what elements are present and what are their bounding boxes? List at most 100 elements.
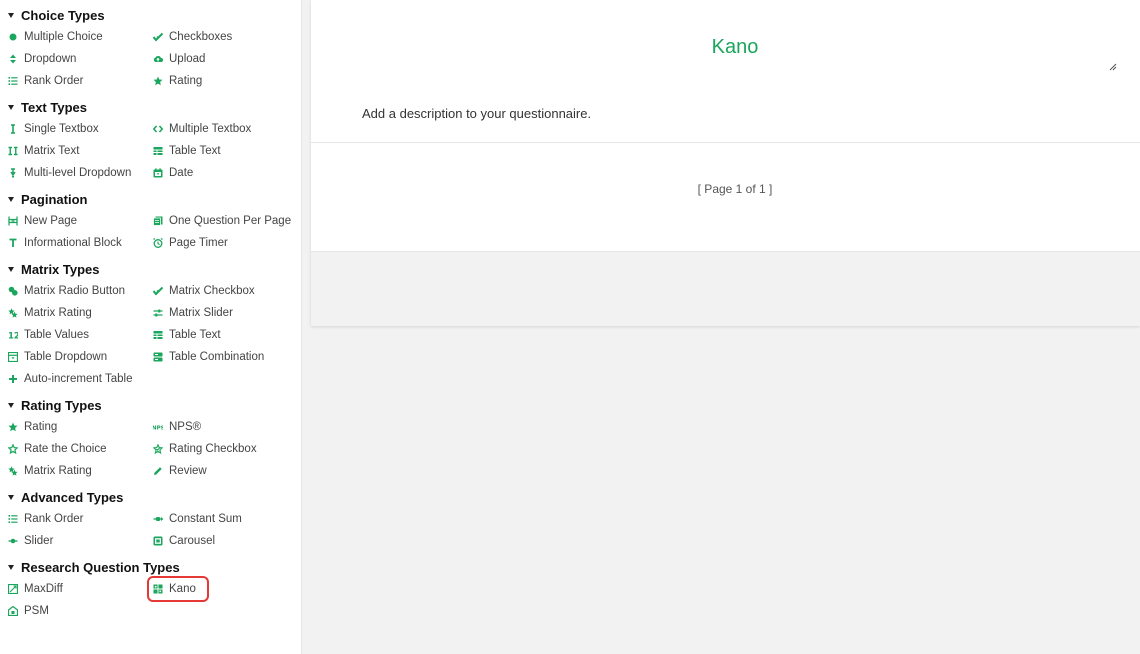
section-choice-types: Choice Types Multiple Choice Checkboxes Dro…	[0, 4, 301, 92]
text-t-icon	[8, 238, 18, 248]
question-type-grid: MaxDiff Kano PSM	[0, 576, 301, 622]
question-type-nps[interactable]: NPS NPS®	[153, 416, 298, 438]
plus-icon	[8, 374, 18, 384]
question-type-informational-block[interactable]: Informational Block	[8, 232, 153, 254]
table-icon	[153, 146, 163, 156]
question-type-one-question-per-page[interactable]: One Question Per Page	[153, 210, 298, 232]
question-type-rank-order[interactable]: Rank Order	[8, 70, 153, 92]
section-header[interactable]: Matrix Types	[0, 258, 301, 280]
section-header[interactable]: Choice Types	[0, 4, 301, 26]
section-header[interactable]: Advanced Types	[0, 486, 301, 508]
question-type-grid: Rating NPS NPS® Rate the Choice Rating Check…	[0, 416, 301, 482]
table-icon	[153, 330, 163, 340]
question-type-label: Kano	[169, 583, 196, 595]
question-type-table-dropdown[interactable]: Table Dropdown	[8, 346, 153, 368]
section-title: Advanced Types	[21, 489, 124, 505]
matrix-text-icon	[8, 146, 18, 156]
question-type-carousel[interactable]: Carousel	[153, 530, 298, 552]
question-type-grid: Matrix Radio Button Matrix Checkbox Matrix…	[0, 280, 301, 390]
question-type-single-textbox[interactable]: Single Textbox	[8, 118, 153, 140]
sort-arrows-icon	[8, 54, 18, 64]
section-text-types: Text Types Single Textbox Multiple Textbox…	[0, 96, 301, 184]
question-type-constant-sum[interactable]: Constant Sum	[153, 508, 298, 530]
section-title: Pagination	[21, 191, 88, 207]
section-header[interactable]: Rating Types	[0, 394, 301, 416]
section-title: Research Question Types	[21, 559, 180, 575]
question-type-label: Single Textbox	[24, 123, 99, 135]
question-type-matrix-text[interactable]: Matrix Text	[8, 140, 153, 162]
question-type-table-combination[interactable]: Table Combination	[153, 346, 298, 368]
kano-icon	[153, 584, 163, 594]
svg-text:NPS: NPS	[153, 426, 163, 432]
question-type-label: One Question Per Page	[169, 215, 292, 227]
section-header[interactable]: Pagination	[0, 188, 301, 210]
question-type-matrix-rating[interactable]: Matrix Rating	[8, 460, 153, 482]
question-type-label: NPS®	[169, 421, 202, 433]
section-header[interactable]: Research Question Types	[0, 556, 301, 578]
question-type-table-text[interactable]: Table Text	[153, 140, 298, 162]
question-type-matrix-checkbox[interactable]: Matrix Checkbox	[153, 280, 298, 302]
question-type-label: Matrix Radio Button	[24, 285, 125, 297]
question-type-label: Matrix Rating	[24, 465, 92, 477]
table-dropdown-icon	[8, 352, 18, 362]
psm-icon	[8, 606, 18, 616]
question-type-label: Table Text	[169, 145, 221, 157]
question-type-multiple-choice[interactable]: Multiple Choice	[8, 26, 153, 48]
question-type-rate-the-choice[interactable]: Rate the Choice	[8, 438, 153, 460]
question-type-label: Table Text	[169, 329, 221, 341]
slider-lines-icon	[153, 308, 163, 318]
caret-down-icon	[8, 196, 14, 202]
section-rating-types: Rating Types Rating NPS NPS® Rate the Choice…	[0, 394, 301, 482]
pages-icon	[153, 216, 163, 226]
question-type-grid: New Page One Question Per Page Information…	[0, 210, 301, 254]
question-type-label: Auto-increment Table	[24, 373, 133, 385]
question-type-page-timer[interactable]: Page Timer	[153, 232, 298, 254]
question-type-maxdiff[interactable]: MaxDiff	[8, 578, 153, 600]
question-type-matrix-rating[interactable]: Matrix Rating	[8, 302, 153, 324]
question-type-multiple-textbox[interactable]: Multiple Textbox	[153, 118, 298, 140]
question-type-label: Rating Checkbox	[169, 443, 257, 455]
star-icon	[8, 422, 18, 432]
question-type-new-page[interactable]: New Page	[8, 210, 153, 232]
question-type-label: PSM	[24, 605, 49, 617]
cloud-upload-icon	[153, 54, 163, 64]
caret-down-icon	[8, 266, 14, 272]
timer-icon	[153, 238, 163, 248]
section-title: Matrix Types	[21, 261, 100, 277]
question-type-upload[interactable]: Upload	[153, 48, 298, 70]
question-type-label: Rank Order	[24, 75, 84, 87]
questionnaire-title[interactable]: Kano	[311, 36, 1140, 59]
double-check-icon	[153, 286, 163, 296]
question-type-checkboxes[interactable]: Checkboxes	[153, 26, 298, 48]
question-type-review[interactable]: Review	[153, 460, 298, 482]
question-type-kano[interactable]: Kano	[147, 576, 209, 602]
question-type-label: Matrix Rating	[24, 307, 92, 319]
question-type-matrix-slider[interactable]: Matrix Slider	[153, 302, 298, 324]
section-header[interactable]: Text Types	[0, 96, 301, 118]
question-type-slider[interactable]: Slider	[8, 530, 153, 552]
section-matrix-types: Matrix Types Matrix Radio Button Matrix Ch…	[0, 258, 301, 390]
question-type-table-text[interactable]: Table Text	[153, 324, 298, 346]
carousel-icon	[153, 536, 163, 546]
list-icon	[8, 76, 18, 86]
questionnaire-description[interactable]: Add a description to your questionnaire.	[362, 106, 591, 121]
code-brackets-icon	[153, 124, 163, 134]
question-type-label: Rating	[24, 421, 58, 433]
question-type-rank-order[interactable]: Rank Order	[8, 508, 153, 530]
page-break-icon	[8, 216, 18, 226]
question-type-rating-checkbox[interactable]: Rating Checkbox	[153, 438, 298, 460]
question-type-table-values[interactable]: 12 Table Values	[8, 324, 153, 346]
question-type-psm[interactable]: PSM	[8, 600, 153, 622]
question-type-label: Review	[169, 465, 207, 477]
question-type-multi-level-dropdown[interactable]: Multi-level Dropdown	[8, 162, 153, 184]
question-type-dropdown[interactable]: Dropdown	[8, 48, 153, 70]
maxdiff-icon	[8, 584, 18, 594]
question-type-date[interactable]: Date	[153, 162, 298, 184]
resize-handle-icon[interactable]	[1109, 58, 1117, 71]
question-type-matrix-radio-button[interactable]: Matrix Radio Button	[8, 280, 153, 302]
question-type-rating[interactable]: Rating	[8, 416, 153, 438]
question-type-label: Multiple Choice	[24, 31, 103, 43]
question-type-auto-increment-table[interactable]: Auto-increment Table	[8, 368, 153, 390]
question-type-rating[interactable]: Rating	[153, 70, 298, 92]
calendar-icon	[153, 168, 163, 178]
